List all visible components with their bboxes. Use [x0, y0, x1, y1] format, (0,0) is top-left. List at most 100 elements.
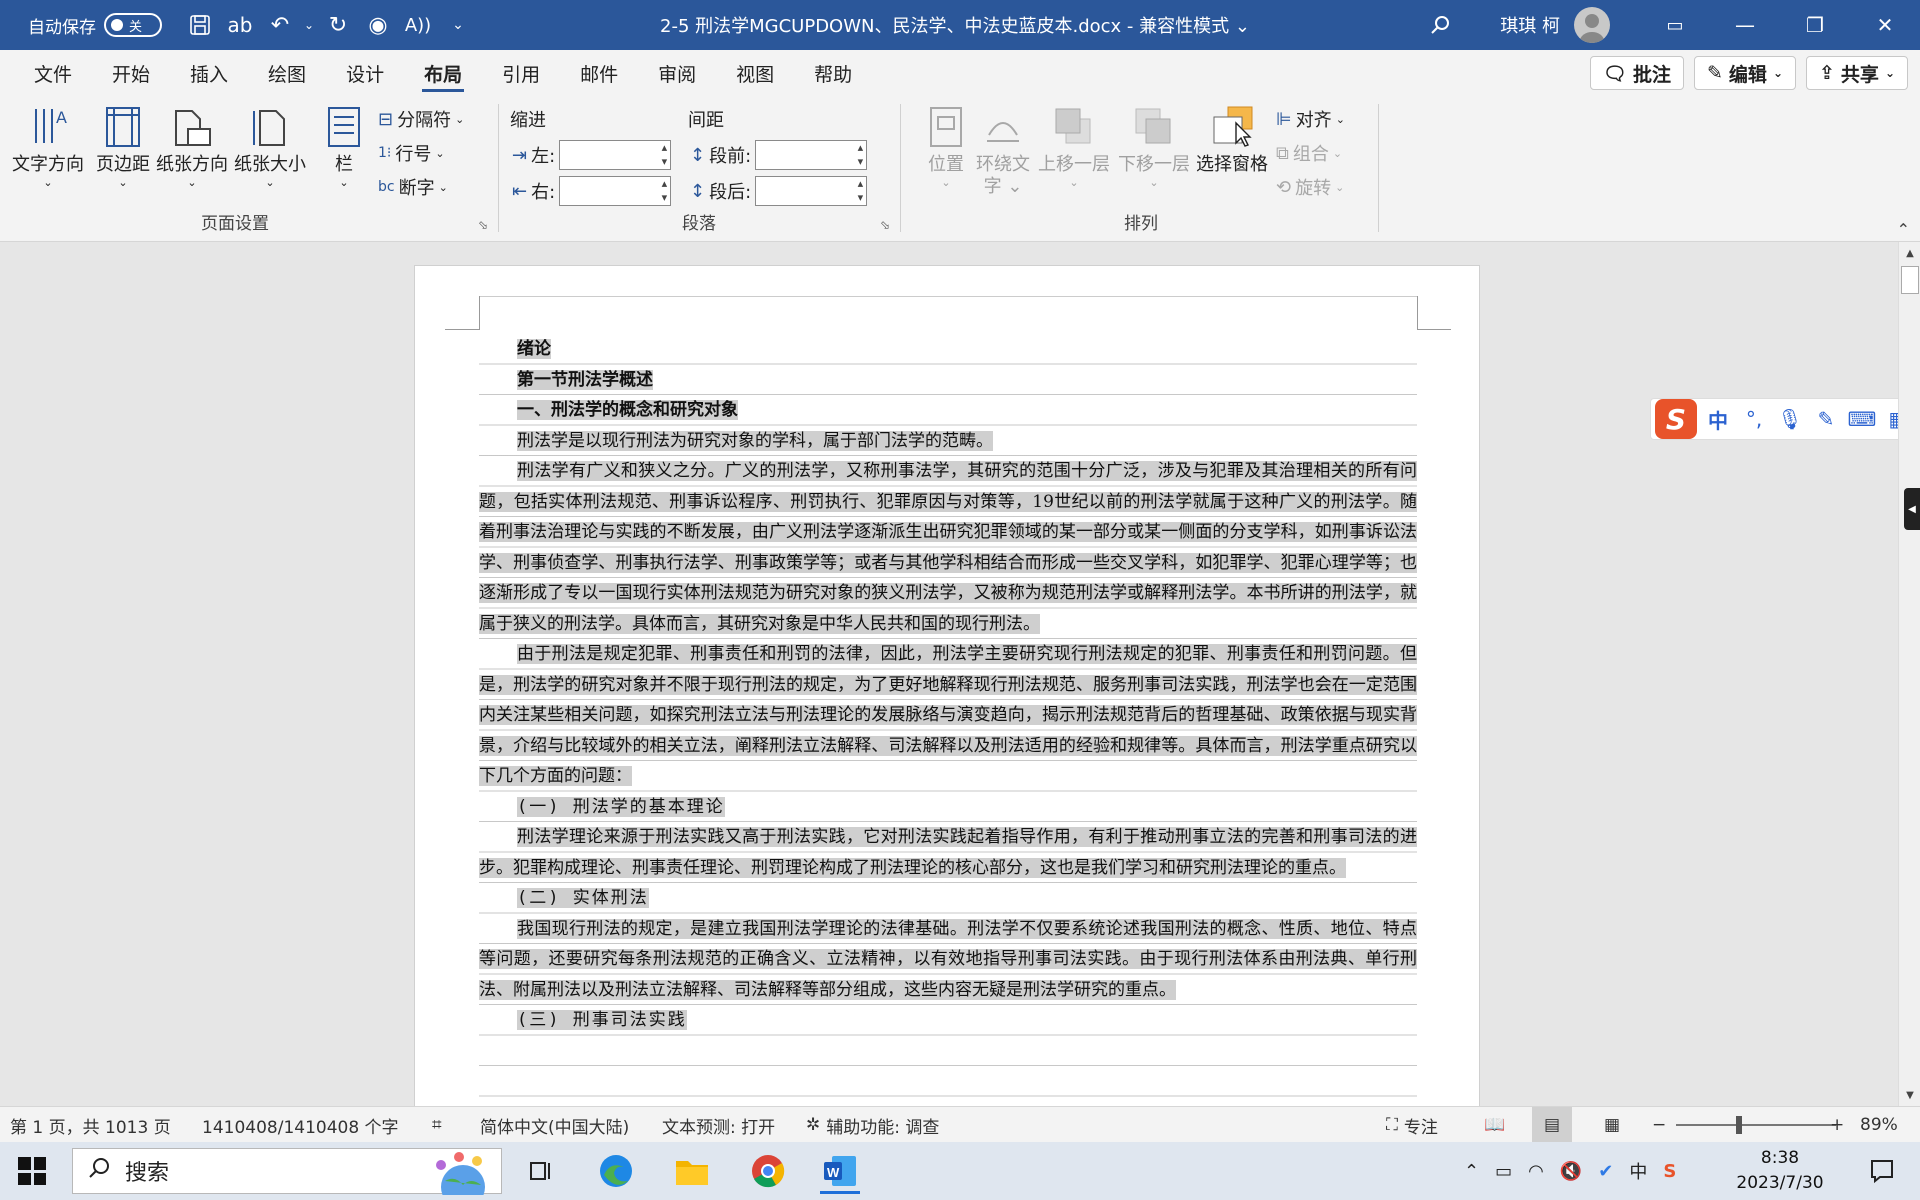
redo-icon[interactable]: ↻	[318, 5, 358, 45]
tab-design[interactable]: 设计	[326, 50, 404, 96]
show-hidden-icons-icon[interactable]: ⌃	[1464, 1161, 1479, 1182]
zoom-in-icon[interactable]: +	[1830, 1107, 1844, 1143]
vertical-scrollbar[interactable]: ▲ ▼	[1898, 242, 1920, 1106]
wifi-icon[interactable]: ◠	[1528, 1161, 1544, 1182]
margins-button[interactable]: 页边距 ⌄	[96, 104, 150, 190]
zoom-slider-thumb[interactable]	[1736, 1116, 1742, 1134]
orientation-button[interactable]: 纸张方向 ⌄	[156, 104, 228, 190]
language-status[interactable]: 简体中文(中国大陆)	[480, 1107, 629, 1143]
word-count[interactable]: 1410408/1410408 个字	[202, 1107, 399, 1143]
undo-dropdown-icon[interactable]: ⌄	[300, 5, 318, 45]
proofing-status[interactable]: ⌗	[432, 1107, 442, 1143]
sogou-tray-icon[interactable]: S	[1663, 1161, 1676, 1182]
heading-line[interactable]: (二) 实体刑法	[479, 883, 1417, 914]
ime-lang-toggle[interactable]: 中	[1703, 405, 1733, 434]
send-backward-button[interactable]: 下移一层 ⌄	[1118, 104, 1190, 190]
save-icon[interactable]	[180, 5, 220, 45]
heading-line[interactable]: (三) 刑事司法实践	[479, 1005, 1417, 1036]
zoom-out-icon[interactable]: −	[1652, 1107, 1666, 1143]
record-icon[interactable]: ◉	[358, 5, 398, 45]
selection-pane-button[interactable]: 选择窗格	[1196, 104, 1268, 176]
comment-button[interactable]: 🗨 批注	[1589, 56, 1684, 90]
edit-button[interactable]: ✎ 编辑 ⌄	[1694, 56, 1796, 90]
chrome-icon[interactable]	[740, 1148, 796, 1194]
heading-line[interactable]: 绪论	[479, 334, 1417, 365]
volume-muted-icon[interactable]: 🔇	[1560, 1161, 1582, 1182]
paper-size-button[interactable]: 纸张大小 ⌄	[234, 104, 306, 190]
tab-layout[interactable]: 布局	[404, 50, 482, 96]
undo-icon[interactable]: ↶	[260, 5, 300, 45]
zoom-level[interactable]: 89%	[1860, 1107, 1898, 1143]
align-button[interactable]: ⊫ 对齐 ⌄	[1276, 106, 1345, 132]
system-clock[interactable]: 8:38 2023/7/30	[1720, 1146, 1840, 1196]
search-icon[interactable]	[1410, 0, 1470, 50]
document-title[interactable]: 2-5 刑法学MGCUPDOWN、民法学、中法史蓝皮本.docx - 兼容性模式…	[660, 0, 1250, 50]
read-mode-icon[interactable]: 📖	[1484, 1107, 1505, 1143]
ime-tray-label[interactable]: 中	[1629, 1158, 1647, 1184]
word-app-icon[interactable]: W	[812, 1148, 868, 1194]
ribbon-display-icon[interactable]: ▭	[1640, 0, 1710, 50]
battery-icon[interactable]: ▭	[1495, 1161, 1512, 1182]
line-numbers-button[interactable]: 1⁝ 行号 ⌄	[378, 140, 445, 166]
dialog-launcher-icon[interactable]: ⬂	[478, 218, 488, 232]
punctuation-icon[interactable]: °,	[1739, 407, 1769, 431]
tab-insert[interactable]: 插入	[170, 50, 248, 96]
page-count[interactable]: 第 1 页，共 1013 页	[10, 1107, 171, 1143]
notification-center-icon[interactable]	[1856, 1148, 1908, 1194]
heading-line[interactable]: (一) 刑法学的基本理论	[479, 792, 1417, 823]
scroll-down-icon[interactable]: ▼	[1899, 1084, 1920, 1106]
taskbar-search[interactable]: 搜索	[72, 1148, 502, 1195]
autosave-toggle[interactable]: 关	[104, 13, 162, 37]
spacing-after-input[interactable]	[755, 176, 868, 206]
scroll-up-icon[interactable]: ▲	[1899, 242, 1920, 264]
body-paragraph[interactable]: 由于刑法是规定犯罪、刑事责任和刑罚的法律，因此，刑法学主要研究现行刑法规定的犯罪…	[479, 639, 1417, 792]
tab-mailings[interactable]: 邮件	[560, 50, 638, 96]
restore-button[interactable]: ❐	[1780, 0, 1850, 50]
heading-line[interactable]: 第一节刑法学概述	[479, 365, 1417, 396]
body-paragraph[interactable]: 刑法学理论来源于刑法实践又高于刑法实践，它对刑法实践起着指导作用，有利于推动刑事…	[479, 822, 1417, 883]
indent-left-input[interactable]	[559, 140, 672, 170]
hyphenation-button[interactable]: bc 断字 ⌄	[378, 174, 448, 200]
tab-references[interactable]: 引用	[482, 50, 560, 96]
spacing-before-spinner[interactable]: ↕ 段前:	[690, 140, 868, 170]
columns-button[interactable]: 栏 ⌄	[322, 104, 366, 190]
tab-help[interactable]: 帮助	[794, 50, 872, 96]
microphone-icon[interactable]: 🎙	[1775, 407, 1805, 431]
tab-review[interactable]: 审阅	[638, 50, 716, 96]
print-layout-icon[interactable]: ▤	[1532, 1107, 1572, 1143]
body-paragraph[interactable]: 刑法学有广义和狭义之分。广义的刑法学，又称刑事法学，其研究的范围十分广泛，涉及与…	[479, 456, 1417, 639]
edge-icon[interactable]	[588, 1148, 644, 1194]
rotate-button[interactable]: ⟲ 旋转 ⌄	[1276, 174, 1344, 200]
task-view-icon[interactable]	[512, 1148, 568, 1194]
ime-toolbar[interactable]: S 中 °, 🎙 ✎ ⌨ ▦	[1650, 398, 1920, 440]
security-check-icon[interactable]: ✔	[1598, 1161, 1613, 1182]
wrap-text-button[interactable]: 环绕文字 ⌄	[976, 104, 1030, 198]
position-button[interactable]: 位置 ⌄	[924, 104, 968, 190]
spelling-icon[interactable]: ab	[220, 5, 260, 45]
tab-home[interactable]: 开始	[92, 50, 170, 96]
tab-draw[interactable]: 绘图	[248, 50, 326, 96]
document-page[interactable]: 绪论 第一节刑法学概述 一、刑法学的概念和研究对象 刑法学是以现行刑法为研究对象的学科…	[414, 265, 1480, 1106]
minimize-button[interactable]: —	[1710, 0, 1780, 50]
body-paragraph[interactable]: 我国现行刑法的规定，是建立我国刑法学理论的法律基础。刑法学不仅要系统论述我国刑法…	[479, 914, 1417, 1006]
document-body[interactable]: 绪论 第一节刑法学概述 一、刑法学的概念和研究对象 刑法学是以现行刑法为研究对象的学科…	[479, 334, 1417, 1036]
windows-start-icon[interactable]	[18, 1157, 46, 1185]
user-name[interactable]: 琪琪 柯	[1500, 12, 1560, 38]
focus-button[interactable]: ⛶ 专注	[1386, 1107, 1438, 1143]
read-aloud-icon[interactable]: A))	[398, 5, 438, 45]
keyboard-icon[interactable]: ⌨	[1847, 407, 1877, 431]
zoom-slider[interactable]	[1676, 1124, 1836, 1126]
indent-right-spinner[interactable]: ⇤ 右:	[512, 176, 672, 206]
indent-right-input[interactable]	[559, 176, 672, 206]
web-layout-icon[interactable]: ▦	[1604, 1107, 1620, 1143]
share-button[interactable]: ⇪ 共享 ⌄	[1806, 56, 1908, 90]
text-prediction-status[interactable]: 文本预测: 打开	[662, 1107, 775, 1143]
spacing-after-spinner[interactable]: ↕ 段后:	[690, 176, 868, 206]
tab-file[interactable]: 文件	[14, 50, 92, 96]
dialog-launcher-icon[interactable]: ⬂	[880, 218, 890, 232]
heading-line[interactable]: 一、刑法学的概念和研究对象	[479, 395, 1417, 426]
indent-left-spinner[interactable]: ⇥ 左:	[512, 140, 672, 170]
tab-view[interactable]: 视图	[716, 50, 794, 96]
side-pane-toggle-icon[interactable]: ◀	[1904, 488, 1920, 530]
bring-forward-button[interactable]: 上移一层 ⌄	[1038, 104, 1110, 190]
